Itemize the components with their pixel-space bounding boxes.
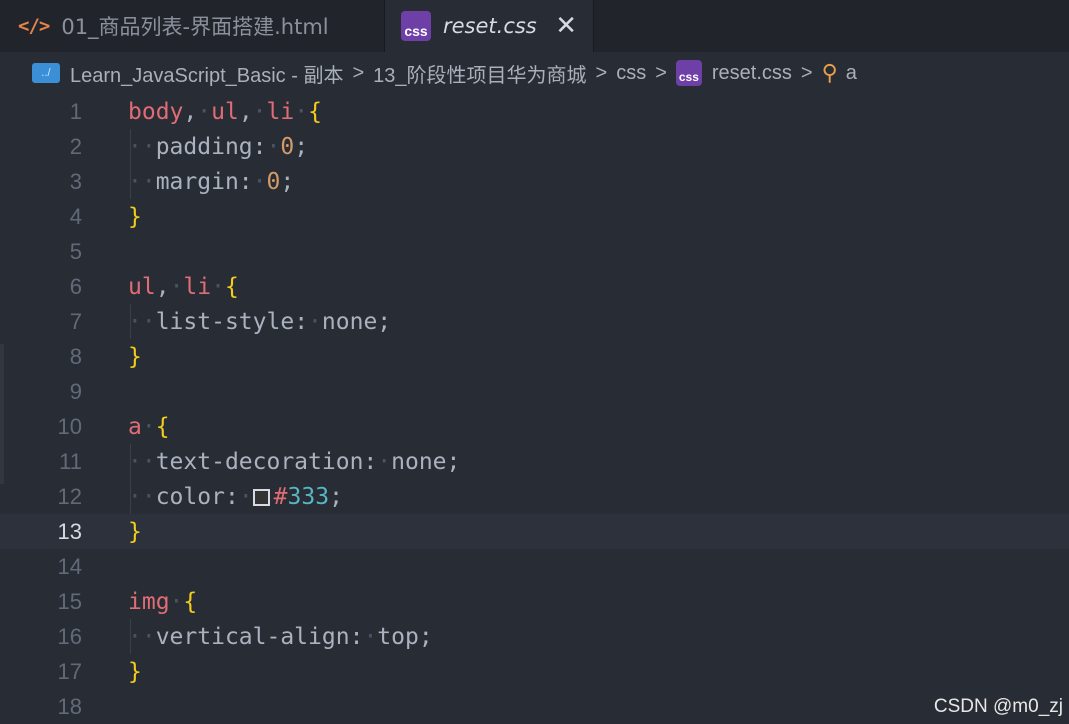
line-number: 13 bbox=[57, 518, 82, 544]
line-number: 1 bbox=[69, 98, 82, 124]
line-number: 11 bbox=[59, 448, 82, 474]
code-line: 17 } bbox=[0, 654, 1069, 689]
color-swatch[interactable] bbox=[252, 488, 270, 506]
selector: img bbox=[128, 588, 170, 615]
value: 333 bbox=[287, 483, 330, 510]
tab-bar: </> 01_商品列表-界面搭建.html css reset.css ✕ bbox=[0, 0, 1069, 52]
close-icon[interactable]: ✕ bbox=[555, 13, 577, 39]
css-file-icon: css bbox=[401, 11, 431, 41]
selector: li bbox=[183, 273, 212, 300]
code-line: 11 ··text-decoration:·none; bbox=[0, 444, 1069, 479]
line-number: 3 bbox=[69, 168, 82, 194]
line-number: 4 bbox=[69, 203, 82, 229]
line-number: 18 bbox=[57, 693, 82, 719]
selector: a bbox=[128, 413, 142, 440]
property: list-style bbox=[155, 308, 295, 335]
breadcrumb-item-file[interactable]: reset.css bbox=[712, 62, 792, 85]
line-number: 8 bbox=[69, 343, 82, 369]
line-number: 2 bbox=[69, 133, 82, 159]
code-line: 12 ··color:· #333; bbox=[0, 479, 1069, 514]
css-file-icon: css bbox=[675, 60, 702, 86]
chevron-right-icon: > bbox=[595, 61, 608, 84]
line-number: 16 bbox=[57, 623, 82, 649]
code-line-current: 13 } bbox=[0, 514, 1069, 549]
code-line: 15 img·{ bbox=[0, 584, 1069, 619]
property: text-decoration bbox=[155, 448, 364, 475]
line-number: 9 bbox=[69, 378, 82, 404]
tab-reset-css[interactable]: css reset.css ✕ bbox=[384, 0, 594, 52]
value: 0 bbox=[266, 168, 281, 195]
line-number: 15 bbox=[57, 588, 82, 614]
line-number: 14 bbox=[57, 553, 82, 579]
line-number: 7 bbox=[69, 308, 82, 334]
line-number: 10 bbox=[57, 413, 82, 439]
selector: body bbox=[128, 98, 184, 125]
value: top bbox=[377, 623, 419, 650]
tab-label: reset.css bbox=[443, 14, 537, 38]
tab-html-file[interactable]: </> 01_商品列表-界面搭建.html bbox=[0, 0, 384, 52]
selector: li bbox=[266, 98, 295, 125]
code-editor[interactable]: 1 body,·ul,·li·{ 2 ··padding:·0; 3 ··mar… bbox=[0, 94, 1069, 724]
value: none bbox=[321, 308, 378, 335]
code-line: 7 ··list-style:·none; bbox=[0, 304, 1069, 339]
breadcrumb-item-project[interactable]: Learn_JavaScript_Basic - 副本 bbox=[70, 59, 343, 88]
property: color bbox=[155, 483, 225, 510]
breadcrumb-item-css[interactable]: css bbox=[616, 62, 646, 85]
symbol-icon: ⚲ bbox=[821, 60, 838, 85]
code-line: 6 ul,·li·{ bbox=[0, 269, 1069, 304]
line-number: 17 bbox=[57, 658, 82, 684]
property: margin bbox=[155, 168, 239, 195]
breadcrumb: ../ Learn_JavaScript_Basic - 副本 > 13_阶段性… bbox=[0, 52, 1069, 94]
code-line: 4 } bbox=[0, 199, 1069, 234]
code-line: 16 ··vertical-align:·top; bbox=[0, 619, 1069, 654]
selector: ul bbox=[211, 98, 239, 125]
html-file-icon: </> bbox=[18, 15, 50, 37]
line-number: 12 bbox=[57, 483, 82, 509]
code-line: 3 ··margin:·0; bbox=[0, 164, 1069, 199]
code-line: 5 bbox=[0, 234, 1069, 269]
code-line: 9 bbox=[0, 374, 1069, 409]
breadcrumb-item-symbol[interactable]: a bbox=[846, 62, 857, 85]
code-line: 14 bbox=[0, 549, 1069, 584]
chevron-right-icon: > bbox=[655, 61, 667, 84]
chevron-right-icon: > bbox=[352, 61, 365, 84]
breadcrumb-item-folder[interactable]: 13_阶段性项目华为商城 bbox=[373, 59, 586, 88]
value: none bbox=[391, 448, 447, 475]
code-line: 8 } bbox=[0, 339, 1069, 374]
code-line: 1 body,·ul,·li·{ bbox=[0, 94, 1069, 129]
value: 0 bbox=[280, 133, 295, 160]
line-number: 6 bbox=[69, 273, 82, 299]
watermark: CSDN @m0_zj bbox=[933, 696, 1063, 717]
tab-label: 01_商品列表-界面搭建.html bbox=[61, 15, 329, 39]
code-line: 18 bbox=[0, 689, 1069, 724]
folder-icon: ../ bbox=[32, 63, 60, 83]
line-number: 5 bbox=[69, 238, 82, 264]
code-line: 10 a·{ bbox=[0, 409, 1069, 444]
chevron-right-icon: > bbox=[800, 61, 813, 84]
code-line: 2 ··padding:·0; bbox=[0, 129, 1069, 164]
selector: ul bbox=[128, 273, 156, 300]
property: vertical-align bbox=[155, 623, 350, 650]
property: padding bbox=[155, 133, 253, 160]
